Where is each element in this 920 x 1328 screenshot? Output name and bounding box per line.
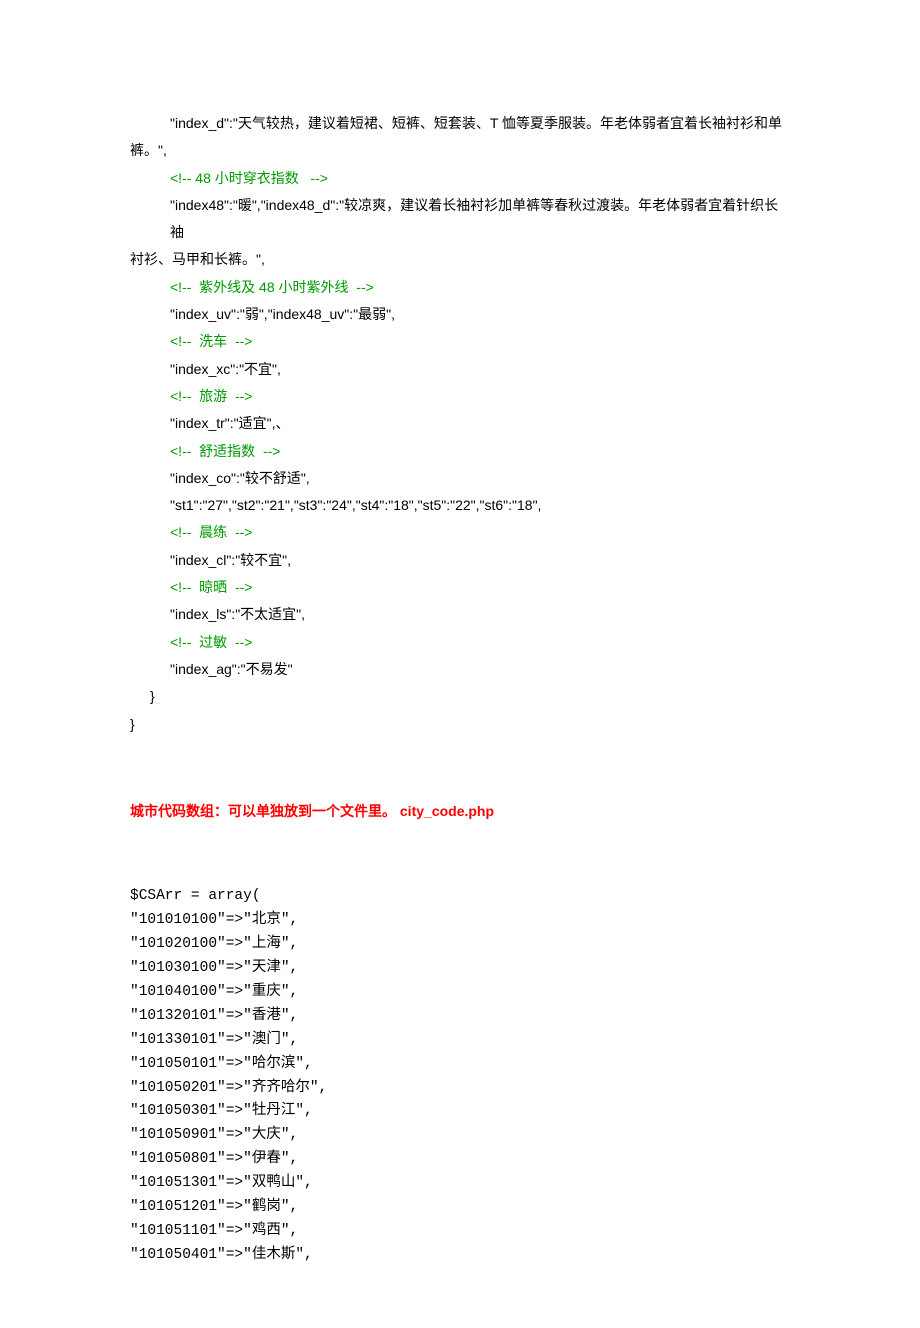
code-line: <!-- 过敏 --> bbox=[130, 629, 790, 656]
code-text: "index_uv":"弱","index48_uv":"最弱", bbox=[170, 306, 395, 322]
code-text: "index_xc":"不宜", bbox=[170, 361, 281, 377]
php-line: "101051301"=>"双鸭山", bbox=[130, 1172, 790, 1196]
php-line: "101050801"=>"伊春", bbox=[130, 1148, 790, 1172]
code-line: 衬衫、马甲和长裤。", bbox=[130, 246, 790, 273]
php-line: "101040100"=>"重庆", bbox=[130, 981, 790, 1005]
code-line: "index_cl":"较不宜", bbox=[130, 547, 790, 574]
code-line: "index_uv":"弱","index48_uv":"最弱", bbox=[130, 301, 790, 328]
code-line: "index_ls":"不太适宜", bbox=[130, 601, 790, 628]
code-line: "index48":"暖","index48_d":"较凉爽，建议着长袖衬衫加单… bbox=[130, 192, 790, 247]
json-code-block: "index_d":"天气较热，建议着短裙、短裤、短套装、T 恤等夏季服装。年老… bbox=[130, 110, 790, 738]
code-text: "index_ag":"不易发" bbox=[170, 661, 293, 677]
code-line: "index_xc":"不宜", bbox=[130, 356, 790, 383]
code-comment: <!-- 舒适指数 --> bbox=[170, 443, 280, 459]
php-line: "101050901"=>"大庆", bbox=[130, 1124, 790, 1148]
code-text: "st1":"27","st2":"21","st3":"24","st4":"… bbox=[170, 497, 541, 513]
code-line: <!-- 旅游 --> bbox=[130, 383, 790, 410]
php-line: "101051101"=>"鸡西", bbox=[130, 1220, 790, 1244]
code-text: "index48":"暖","index48_d":"较凉爽，建议着长袖衬衫加单… bbox=[170, 197, 778, 240]
code-line: } bbox=[130, 683, 790, 710]
code-line: 裤。", bbox=[130, 137, 790, 164]
section-heading: 城市代码数组：可以单独放到一个文件里。 city_code.php bbox=[130, 798, 790, 825]
code-line: } bbox=[130, 711, 790, 738]
code-text: "index_tr":"适宜",、 bbox=[170, 415, 289, 431]
code-comment: <!-- 晾晒 --> bbox=[170, 579, 252, 595]
code-comment: <!-- 紫外线及 48 小时紫外线 --> bbox=[170, 279, 374, 295]
php-line: "101050401"=>"佳木斯", bbox=[130, 1244, 790, 1268]
php-line: "101030100"=>"天津", bbox=[130, 957, 790, 981]
code-line: "index_tr":"适宜",、 bbox=[130, 410, 790, 437]
php-line: "101010100"=>"北京", bbox=[130, 909, 790, 933]
code-line: "index_ag":"不易发" bbox=[130, 656, 790, 683]
code-line: <!-- 晾晒 --> bbox=[130, 574, 790, 601]
code-text: "index_ls":"不太适宜", bbox=[170, 606, 305, 622]
code-text: "index_co":"较不舒适", bbox=[170, 470, 310, 486]
code-text: 衬衫、马甲和长裤。", bbox=[130, 251, 265, 267]
php-code-block: $CSArr = array("101010100"=>"北京","101020… bbox=[130, 885, 790, 1268]
php-line: "101050301"=>"牡丹江", bbox=[130, 1100, 790, 1124]
code-comment: <!-- 旅游 --> bbox=[170, 388, 252, 404]
code-line: <!-- 舒适指数 --> bbox=[130, 438, 790, 465]
php-line: "101051201"=>"鹤岗", bbox=[130, 1196, 790, 1220]
code-line: <!-- 晨练 --> bbox=[130, 519, 790, 546]
code-text: "index_cl":"较不宜", bbox=[170, 552, 291, 568]
code-text: } bbox=[150, 688, 155, 704]
code-line: "st1":"27","st2":"21","st3":"24","st4":"… bbox=[130, 492, 790, 519]
code-line: "index_d":"天气较热，建议着短裙、短裤、短套装、T 恤等夏季服装。年老… bbox=[130, 110, 790, 137]
code-text: "index_d":"天气较热，建议着短裙、短裤、短套装、T 恤等夏季服装。年老… bbox=[170, 115, 782, 131]
code-line: <!-- 紫外线及 48 小时紫外线 --> bbox=[130, 274, 790, 301]
code-text: 裤。", bbox=[130, 142, 167, 158]
code-line: <!-- 洗车 --> bbox=[130, 328, 790, 355]
php-line: "101050101"=>"哈尔滨", bbox=[130, 1053, 790, 1077]
php-line: $CSArr = array( bbox=[130, 885, 790, 909]
php-line: "101050201"=>"齐齐哈尔", bbox=[130, 1077, 790, 1101]
php-line: "101020100"=>"上海", bbox=[130, 933, 790, 957]
php-line: "101330101"=>"澳门", bbox=[130, 1029, 790, 1053]
code-text: } bbox=[130, 716, 135, 732]
code-comment: <!-- 晨练 --> bbox=[170, 524, 252, 540]
code-comment: <!-- 48 小时穿衣指数 --> bbox=[170, 170, 328, 186]
php-line: "101320101"=>"香港", bbox=[130, 1005, 790, 1029]
code-comment: <!-- 过敏 --> bbox=[170, 634, 252, 650]
code-line: "index_co":"较不舒适", bbox=[130, 465, 790, 492]
code-comment: <!-- 洗车 --> bbox=[170, 333, 252, 349]
code-line: <!-- 48 小时穿衣指数 --> bbox=[130, 165, 790, 192]
